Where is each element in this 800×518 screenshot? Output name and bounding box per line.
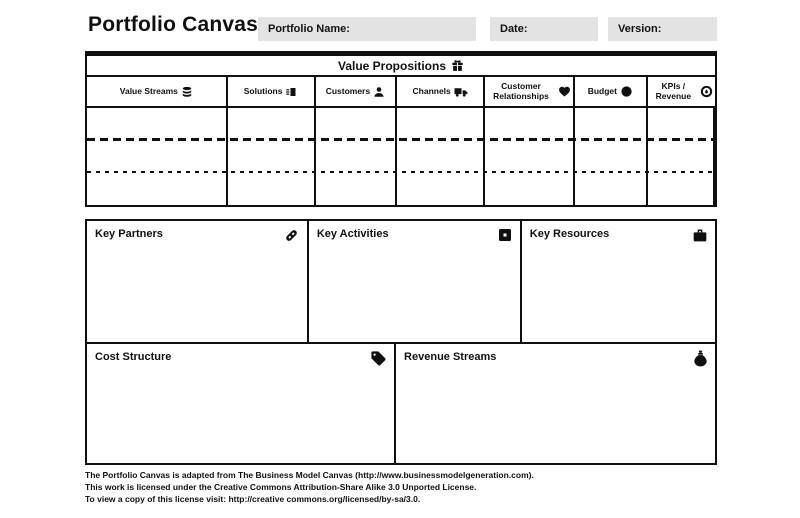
person-icon xyxy=(373,86,385,98)
column-label: Budget xyxy=(587,85,617,96)
column-header-budget: Budget xyxy=(575,77,648,106)
value-propositions-table: Value Propositions Value Streams Solutio… xyxy=(85,56,717,207)
gift-icon xyxy=(451,59,464,72)
grid-cell-kpis-revenue[interactable] xyxy=(648,108,715,205)
column-label: KPIs / Revenue xyxy=(655,80,692,101)
heart-icon xyxy=(558,85,571,98)
column-header-kpis-revenue: KPIs / Revenue xyxy=(648,77,715,106)
column-label: Solutions xyxy=(243,85,283,96)
cost-structure-cell[interactable]: Cost Structure xyxy=(85,342,395,465)
column-header-customers: Customers xyxy=(316,77,398,106)
link-icon xyxy=(283,227,300,244)
column-header-customer-relationships: Customer Relationships xyxy=(485,77,575,106)
grid-cell-customers[interactable] xyxy=(316,108,398,205)
revenue-streams-label: Revenue Streams xyxy=(404,351,497,363)
grid-cell-budget[interactable] xyxy=(575,108,648,205)
row-divider-dashed-thick xyxy=(87,138,715,141)
date-field[interactable]: Date: xyxy=(490,17,598,41)
row-divider-dashed-thin xyxy=(87,171,715,173)
value-propositions-header: Value Propositions xyxy=(87,56,715,77)
version-label: Version: xyxy=(618,23,662,35)
money-bag-icon xyxy=(693,350,708,367)
key-resources-cell[interactable]: Key Resources xyxy=(519,219,717,344)
price-tag-icon xyxy=(370,350,387,367)
checkbox-icon xyxy=(497,227,513,243)
revenue-streams-cell[interactable]: Revenue Streams xyxy=(394,342,717,465)
key-sections-row: Key Partners Key Activities Key Resource… xyxy=(85,219,717,344)
column-label: Customer Relationships xyxy=(493,80,549,101)
key-resources-label: Key Resources xyxy=(529,228,610,240)
value-propositions-columns: Value Streams Solutions Customers Channe… xyxy=(87,77,715,108)
product-box-icon xyxy=(285,86,297,98)
column-header-value-streams: Value Streams xyxy=(87,77,228,106)
license-line-1: The Portfolio Canvas is adapted from The… xyxy=(85,470,534,480)
key-partners-label: Key Partners xyxy=(95,228,163,240)
license-line-2: This work is licensed under the Creative… xyxy=(85,482,477,492)
grid-cell-customer-relationships[interactable] xyxy=(485,108,575,205)
key-partners-cell[interactable]: Key Partners xyxy=(85,219,307,344)
column-label: Customers xyxy=(325,85,371,96)
license-text: The Portfolio Canvas is adapted from The… xyxy=(85,469,725,505)
truck-icon xyxy=(454,86,468,98)
portfolio-canvas-page: Portfolio Canvas Portfolio Name: Date: V… xyxy=(0,0,800,518)
date-label: Date: xyxy=(500,23,528,35)
coin-dollar-icon xyxy=(700,85,713,98)
value-propositions-grid xyxy=(87,108,715,205)
cost-revenue-row: Cost Structure Revenue Streams xyxy=(85,342,717,465)
key-activities-label: Key Activities xyxy=(316,228,389,240)
coins-stack-icon xyxy=(181,86,193,98)
portfolio-name-field[interactable]: Portfolio Name: xyxy=(258,17,476,41)
page-title: Portfolio Canvas xyxy=(88,13,259,36)
column-label: Channels xyxy=(412,85,451,96)
value-propositions-title: Value Propositions xyxy=(337,58,447,73)
version-field[interactable]: Version: xyxy=(608,17,717,41)
key-activities-cell[interactable]: Key Activities xyxy=(306,219,520,344)
grid-cell-solutions[interactable] xyxy=(228,108,316,205)
coin-icon xyxy=(620,85,633,98)
column-label: Value Streams xyxy=(119,85,178,96)
portfolio-name-label: Portfolio Name: xyxy=(268,23,350,35)
license-line-3: To view a copy of this license visit: ht… xyxy=(85,494,421,504)
column-header-solutions: Solutions xyxy=(228,77,316,106)
grid-cell-value-streams[interactable] xyxy=(87,108,228,205)
briefcase-icon xyxy=(692,227,708,243)
grid-cell-channels[interactable] xyxy=(397,108,486,205)
column-header-channels: Channels xyxy=(397,77,486,106)
cost-structure-label: Cost Structure xyxy=(95,351,172,363)
